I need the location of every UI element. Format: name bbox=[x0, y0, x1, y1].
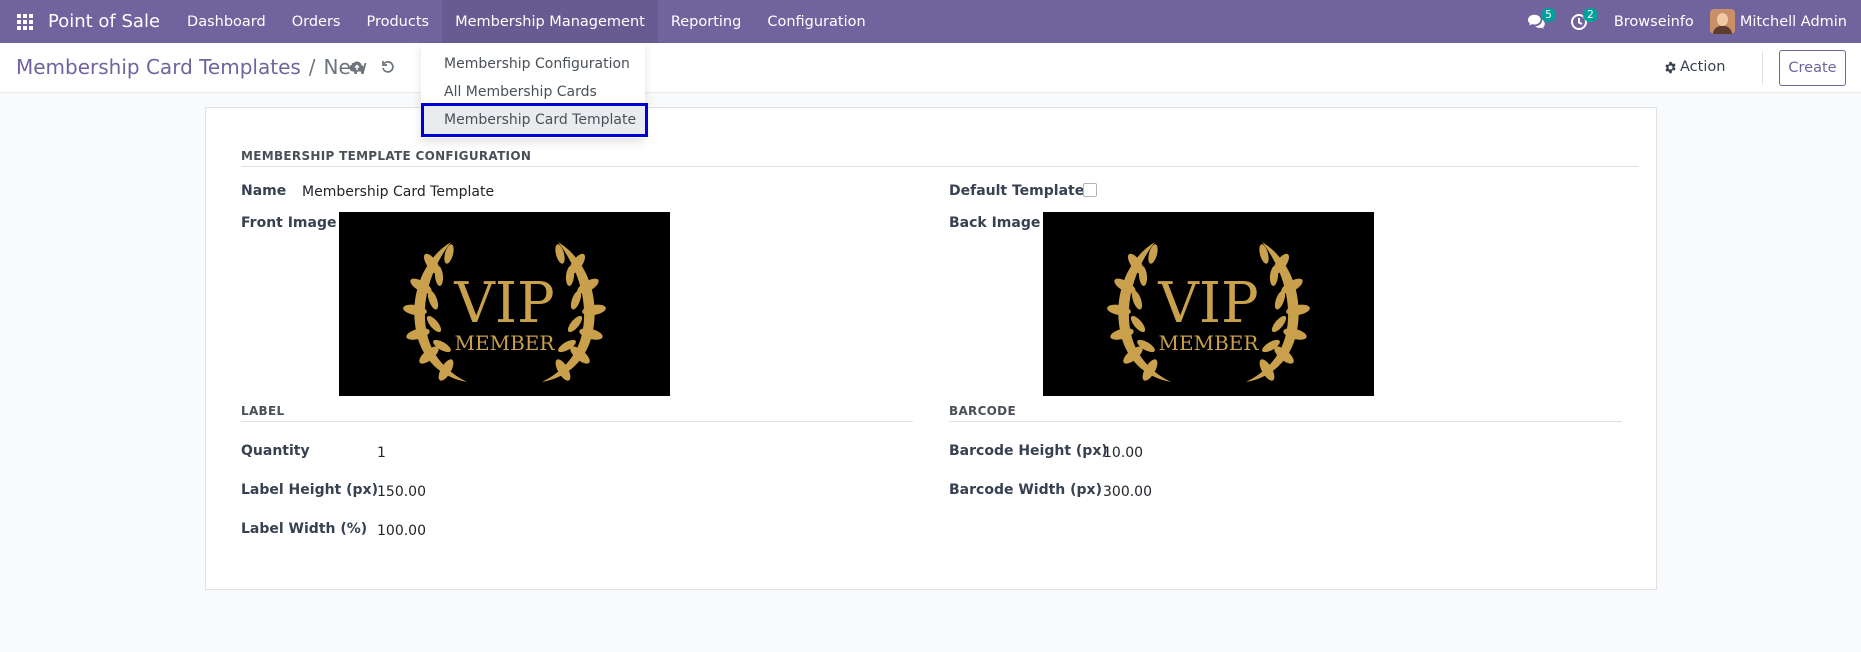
svg-text:VIP: VIP bbox=[1157, 271, 1258, 336]
default-template-checkbox[interactable] bbox=[1083, 183, 1097, 197]
menu-membership-management[interactable]: Membership Management bbox=[442, 0, 658, 43]
front-image-label: Front Image bbox=[241, 215, 337, 231]
breadcrumb: Membership Card Templates / New bbox=[16, 55, 367, 79]
name-label: Name bbox=[241, 183, 287, 199]
section-divider bbox=[241, 421, 913, 422]
label-height-label: Label Height (px) bbox=[241, 482, 378, 498]
activities-badge: 2 bbox=[1583, 8, 1598, 22]
default-template-label: Default Template bbox=[949, 183, 1085, 199]
svg-text:MEMBER: MEMBER bbox=[455, 331, 556, 355]
discard-undo-icon[interactable] bbox=[380, 59, 396, 75]
user-name: Mitchell Admin bbox=[1739, 13, 1847, 30]
quantity-field[interactable]: 1 bbox=[377, 445, 386, 461]
messages-badge: 5 bbox=[1541, 8, 1556, 22]
app-name[interactable]: Point of Sale bbox=[48, 11, 160, 32]
save-cloud-icon[interactable] bbox=[349, 59, 365, 75]
membership-management-dropdown: Membership Configuration All Membership … bbox=[421, 43, 648, 138]
menu-dashboard[interactable]: Dashboard bbox=[174, 0, 279, 43]
gear-icon bbox=[1665, 61, 1676, 73]
avatar bbox=[1709, 9, 1735, 34]
section-divider bbox=[241, 166, 1639, 167]
label-width-label: Label Width (%) bbox=[241, 521, 368, 537]
form-sheet: MEMBERSHIP TEMPLATE CONFIGURATION Name M… bbox=[205, 107, 1657, 590]
company-switcher[interactable]: Browseinfo bbox=[1600, 14, 1708, 30]
activities-button[interactable]: 2 bbox=[1558, 0, 1600, 43]
section-template-configuration: MEMBERSHIP TEMPLATE CONFIGURATION bbox=[241, 149, 532, 163]
create-button[interactable]: Create bbox=[1779, 50, 1846, 86]
top-navbar: Point of Sale Dashboard Orders Products … bbox=[0, 0, 1861, 43]
messages-button[interactable]: 5 bbox=[1516, 0, 1558, 43]
action-label: Action bbox=[1680, 59, 1726, 75]
quantity-label: Quantity bbox=[241, 443, 310, 459]
section-barcode: BARCODE bbox=[949, 404, 1016, 418]
menu-products[interactable]: Products bbox=[353, 0, 442, 43]
divider bbox=[1762, 51, 1763, 85]
back-image-label: Back Image bbox=[949, 215, 1041, 231]
barcode-width-field[interactable]: 300.00 bbox=[1103, 484, 1152, 500]
barcode-width-label: Barcode Width (px) bbox=[949, 482, 1102, 498]
section-label: LABEL bbox=[241, 404, 285, 418]
breadcrumb-separator: / bbox=[308, 55, 316, 79]
dropdown-item-membership-card-template[interactable]: Membership Card Template bbox=[421, 103, 648, 137]
barcode-height-field[interactable]: 10.00 bbox=[1103, 445, 1143, 461]
label-height-field[interactable]: 150.00 bbox=[377, 484, 426, 500]
menu-orders[interactable]: Orders bbox=[279, 0, 354, 43]
apps-menu-icon[interactable] bbox=[0, 0, 50, 43]
dropdown-item-membership-configuration[interactable]: Membership Configuration bbox=[421, 50, 645, 78]
section-divider bbox=[949, 421, 1622, 422]
back-image[interactable]: VIP MEMBER bbox=[1043, 212, 1374, 396]
user-menu[interactable]: Mitchell Admin bbox=[1708, 9, 1861, 34]
label-width-field[interactable]: 100.00 bbox=[377, 523, 426, 539]
vip-member-card-image: VIP MEMBER bbox=[1043, 212, 1374, 396]
menu-reporting[interactable]: Reporting bbox=[658, 0, 755, 43]
front-image[interactable]: VIP MEMBER bbox=[339, 212, 670, 396]
dropdown-item-all-membership-cards[interactable]: All Membership Cards bbox=[421, 78, 645, 106]
control-panel: Membership Card Templates / New Action C… bbox=[0, 43, 1861, 93]
svg-text:VIP: VIP bbox=[453, 271, 554, 336]
svg-text:MEMBER: MEMBER bbox=[1159, 331, 1260, 355]
barcode-height-label: Barcode Height (px) bbox=[949, 443, 1108, 459]
systray: 5 2 Browseinfo Mitchell Admin bbox=[1516, 0, 1861, 43]
action-button[interactable]: Action bbox=[1664, 51, 1725, 83]
vip-member-card-image: VIP MEMBER bbox=[339, 212, 670, 396]
menu-configuration[interactable]: Configuration bbox=[754, 0, 878, 43]
name-field[interactable]: Membership Card Template bbox=[302, 184, 494, 200]
breadcrumb-parent[interactable]: Membership Card Templates bbox=[16, 55, 301, 79]
